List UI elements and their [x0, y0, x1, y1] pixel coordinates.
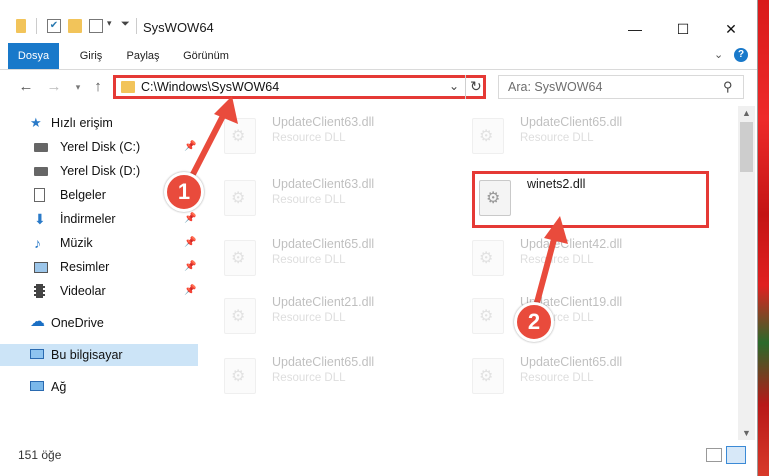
arrow-2-head [544, 216, 568, 244]
arrow-1-line [187, 107, 229, 183]
annotation-arrows [187, 96, 568, 313]
arrow-2-line [532, 229, 559, 313]
step-badge-2: 2 [514, 302, 554, 342]
step-badge-1: 1 [164, 172, 204, 212]
file-explorer-window: ✔ ▾ ⏷ SysWOW64 — ☐ ✕ Dosya Giriş Paylaş … [0, 0, 758, 476]
